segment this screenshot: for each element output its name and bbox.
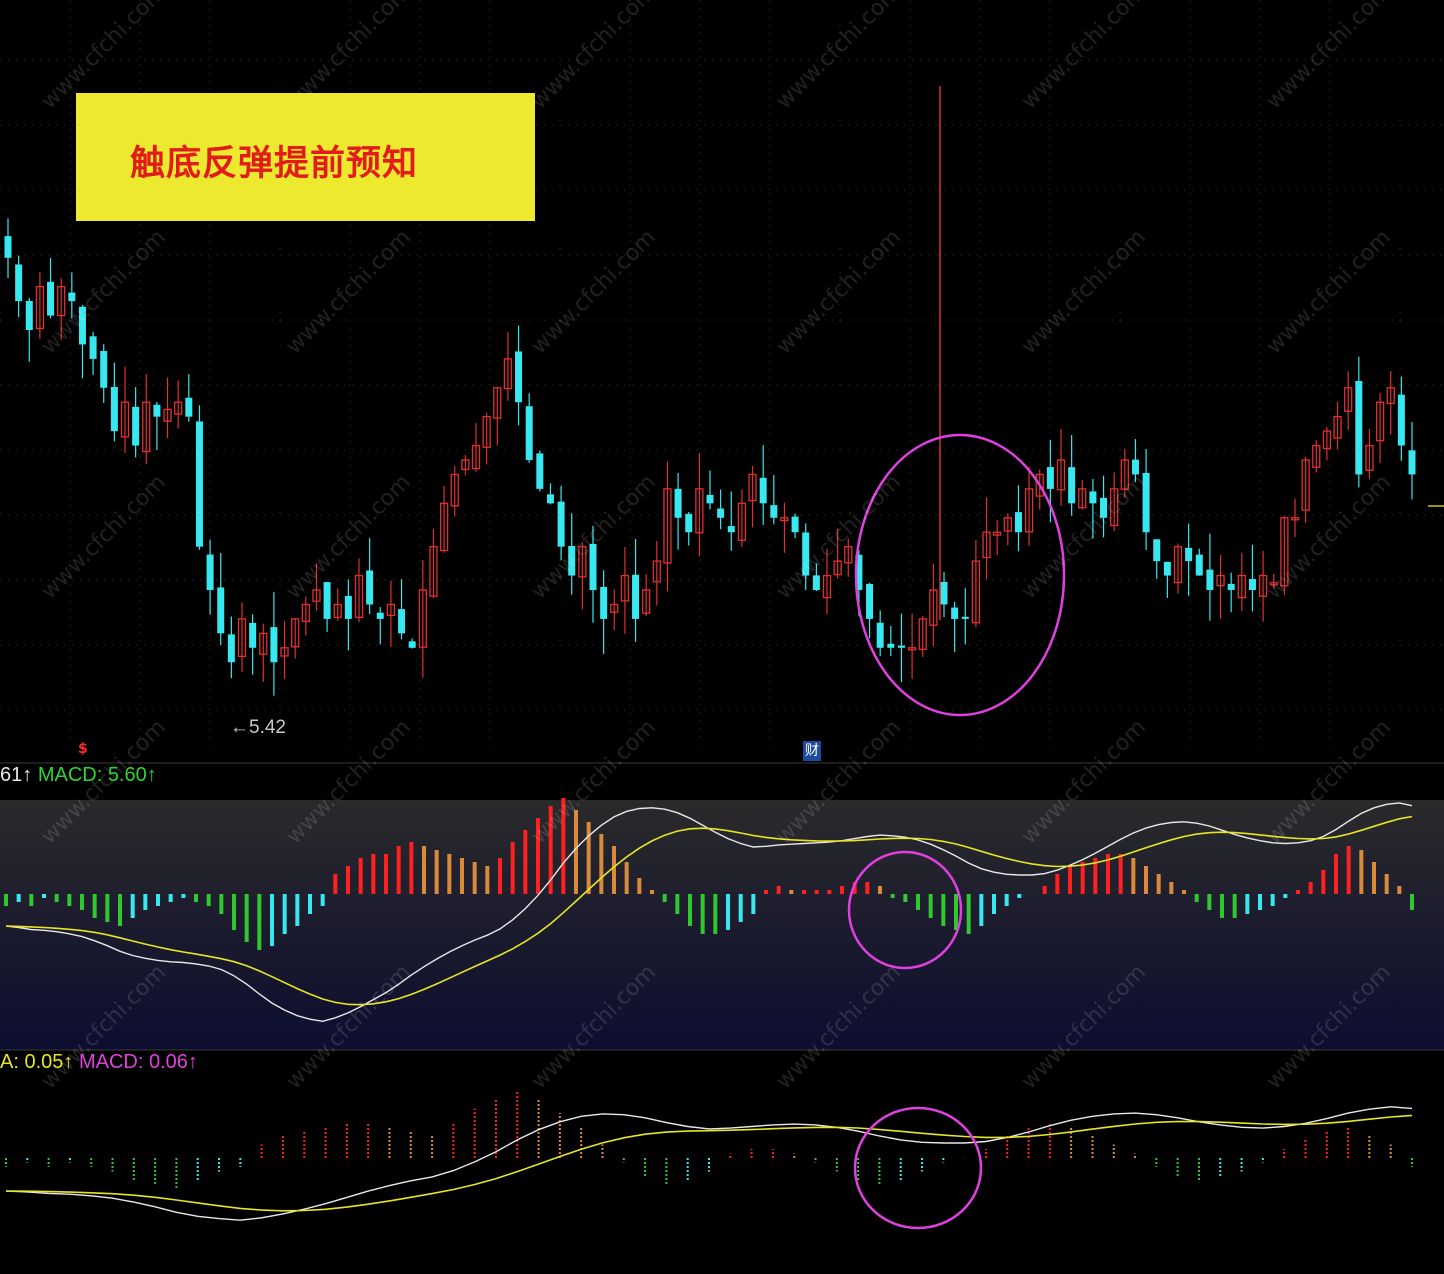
macd2-label: MACD: 0.06↑ [78, 1051, 198, 1073]
watermark-text: www.cfchi.com [527, 225, 661, 359]
candle-body [600, 586, 608, 619]
candle-body [47, 281, 55, 316]
candle-body [110, 386, 118, 432]
watermark-text: www.cfchi.com [1017, 0, 1151, 114]
candle-body [344, 595, 352, 619]
candle-body [1163, 561, 1171, 576]
watermark-text: www.cfchi.com [527, 0, 661, 114]
candle-body [791, 516, 799, 533]
macd1-panel-bg [0, 800, 1444, 1050]
candle-body [100, 350, 108, 388]
candle-body [270, 627, 278, 663]
candle-body [398, 609, 406, 634]
candle-body [153, 404, 161, 417]
candle-body [685, 513, 693, 533]
candle-body [1195, 554, 1203, 576]
candle-body [515, 351, 523, 403]
candle-body [376, 612, 384, 619]
candle-body [951, 607, 959, 619]
candle-body [1227, 583, 1235, 590]
candle-body [1397, 394, 1405, 446]
chart-stage: www.cfchi.com www.cfchi.com www.cfchi.com w… [0, 0, 1444, 1270]
candle-body [185, 397, 193, 417]
candle-body [717, 508, 725, 518]
watermark-text: www.cfchi.com [1017, 225, 1151, 359]
candle-body [876, 622, 884, 648]
watermark-text: www.cfchi.com [282, 225, 416, 359]
macd1-label: MACD: 5.60↑ [37, 764, 157, 786]
banner-text: 触底反弹提前预知 [130, 144, 419, 184]
candle-body [323, 582, 331, 619]
candle-body [4, 236, 12, 258]
candle-body [887, 643, 895, 648]
candle-body [408, 641, 416, 648]
candle-body [525, 406, 533, 460]
watermark-text: www.cfchi.com [772, 225, 906, 359]
candle-body [132, 406, 140, 446]
candle-body [217, 587, 225, 634]
candle-body [1248, 579, 1256, 590]
candle-body [940, 581, 948, 605]
candle-body [1206, 569, 1214, 590]
candle-body [536, 453, 544, 489]
candle-body [632, 574, 640, 619]
watermark-text: www.cfchi.com [37, 470, 171, 604]
candle-body [1408, 450, 1416, 475]
banner: 触底反弹提前预知 [76, 93, 535, 221]
low-price-label: ←5.42 [230, 717, 286, 738]
candle-body [1014, 512, 1022, 533]
macd2-header: A: 0.05↑ MACD: 0.06↑ [0, 1051, 198, 1074]
candle-body [546, 494, 554, 504]
candle-body [206, 554, 214, 590]
candle-body [1355, 381, 1363, 475]
candle-body [1153, 539, 1161, 562]
candle-body [227, 634, 235, 663]
macd1-header: 61↑ MACD: 5.60↑ [0, 764, 157, 787]
candle-body [89, 336, 97, 359]
watermark-text: www.cfchi.com [772, 470, 906, 604]
candle-body [25, 301, 33, 330]
candle-body [706, 494, 714, 504]
candle-body [249, 622, 257, 648]
watermark-text: www.cfchi.com [772, 0, 906, 114]
candle-body [727, 526, 735, 533]
candle-body [366, 570, 374, 605]
watermark-text: www.cfchi.com [37, 225, 171, 359]
candle-body [15, 264, 23, 302]
candle-body [1089, 491, 1097, 504]
watermark-text: www.cfchi.com [1262, 0, 1396, 114]
candle-body [897, 645, 905, 648]
candle-body [195, 421, 203, 547]
candle-body [557, 501, 565, 547]
candle-body [674, 488, 682, 518]
highlight-circle-macd2 [853, 1106, 983, 1230]
candle-body [1185, 547, 1193, 562]
candle-body [770, 505, 778, 518]
candle-body [1068, 467, 1076, 504]
candle-body [961, 616, 969, 619]
macd2-left-value: A: 0.05↑ [0, 1051, 74, 1073]
watermark-text: www.cfchi.com [1262, 470, 1396, 604]
candle-body [68, 292, 76, 302]
candle-body [759, 477, 767, 504]
finance-marker: 财 [803, 741, 821, 761]
candle-body [1046, 467, 1054, 489]
signal-s-marker: $ [78, 741, 88, 757]
watermark-text: www.cfchi.com [1262, 225, 1396, 359]
macd1-left-value: 61↑ [0, 764, 33, 786]
candle-body [866, 583, 874, 619]
